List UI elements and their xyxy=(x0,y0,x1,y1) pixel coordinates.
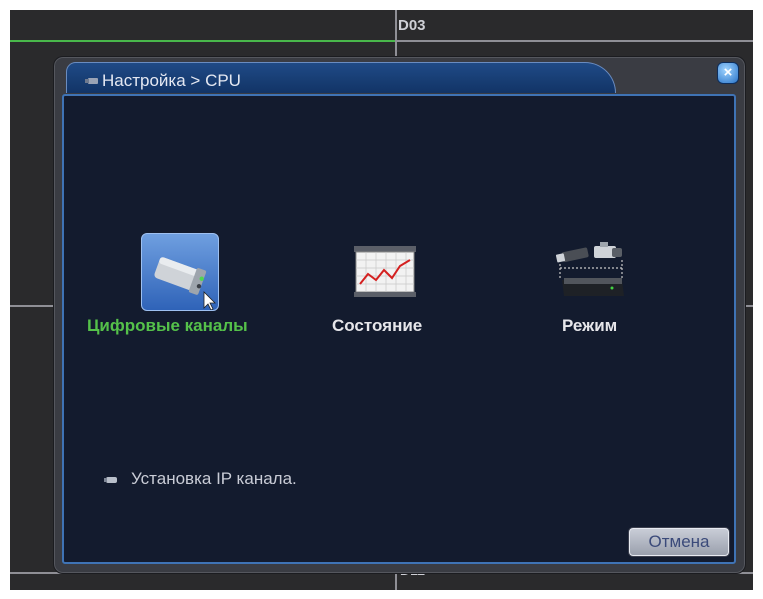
mode-cameras-icon xyxy=(555,242,624,296)
hint-bullet-icon xyxy=(104,477,117,483)
dialog-title: Настройка > CPU xyxy=(102,71,241,90)
menu-panel: Цифровые каналы Состояние Режим Установк… xyxy=(62,94,736,564)
menu-item-status[interactable] xyxy=(352,244,418,302)
status-chart-icon xyxy=(354,246,416,297)
grid-line-top xyxy=(396,40,753,42)
menu-item-mode[interactable] xyxy=(552,238,628,306)
menu-item-mode-label: Режим xyxy=(562,316,618,335)
camera-small-icon xyxy=(85,78,98,84)
ip-camera-icon xyxy=(154,257,216,311)
dialog-title-tab: Настройка > CPU xyxy=(66,62,616,93)
hint-text: Установка IP канала. xyxy=(131,469,297,488)
close-button[interactable]: × xyxy=(717,62,739,84)
menu-item-digital-channels-label: Цифровые каналы xyxy=(87,316,248,335)
settings-dialog: Настройка > CPU × Цифровые каналы Состоя… xyxy=(53,56,746,574)
menu-item-digital-channels[interactable] xyxy=(141,233,219,311)
channel-label-top: D03 xyxy=(398,17,426,34)
active-channel-border xyxy=(10,40,396,42)
menu-item-status-label: Состояние xyxy=(332,316,423,335)
video-grid-screen: D03 D11 Настройка > CPU × xyxy=(10,10,753,590)
cancel-button[interactable]: Отмена xyxy=(629,528,729,556)
